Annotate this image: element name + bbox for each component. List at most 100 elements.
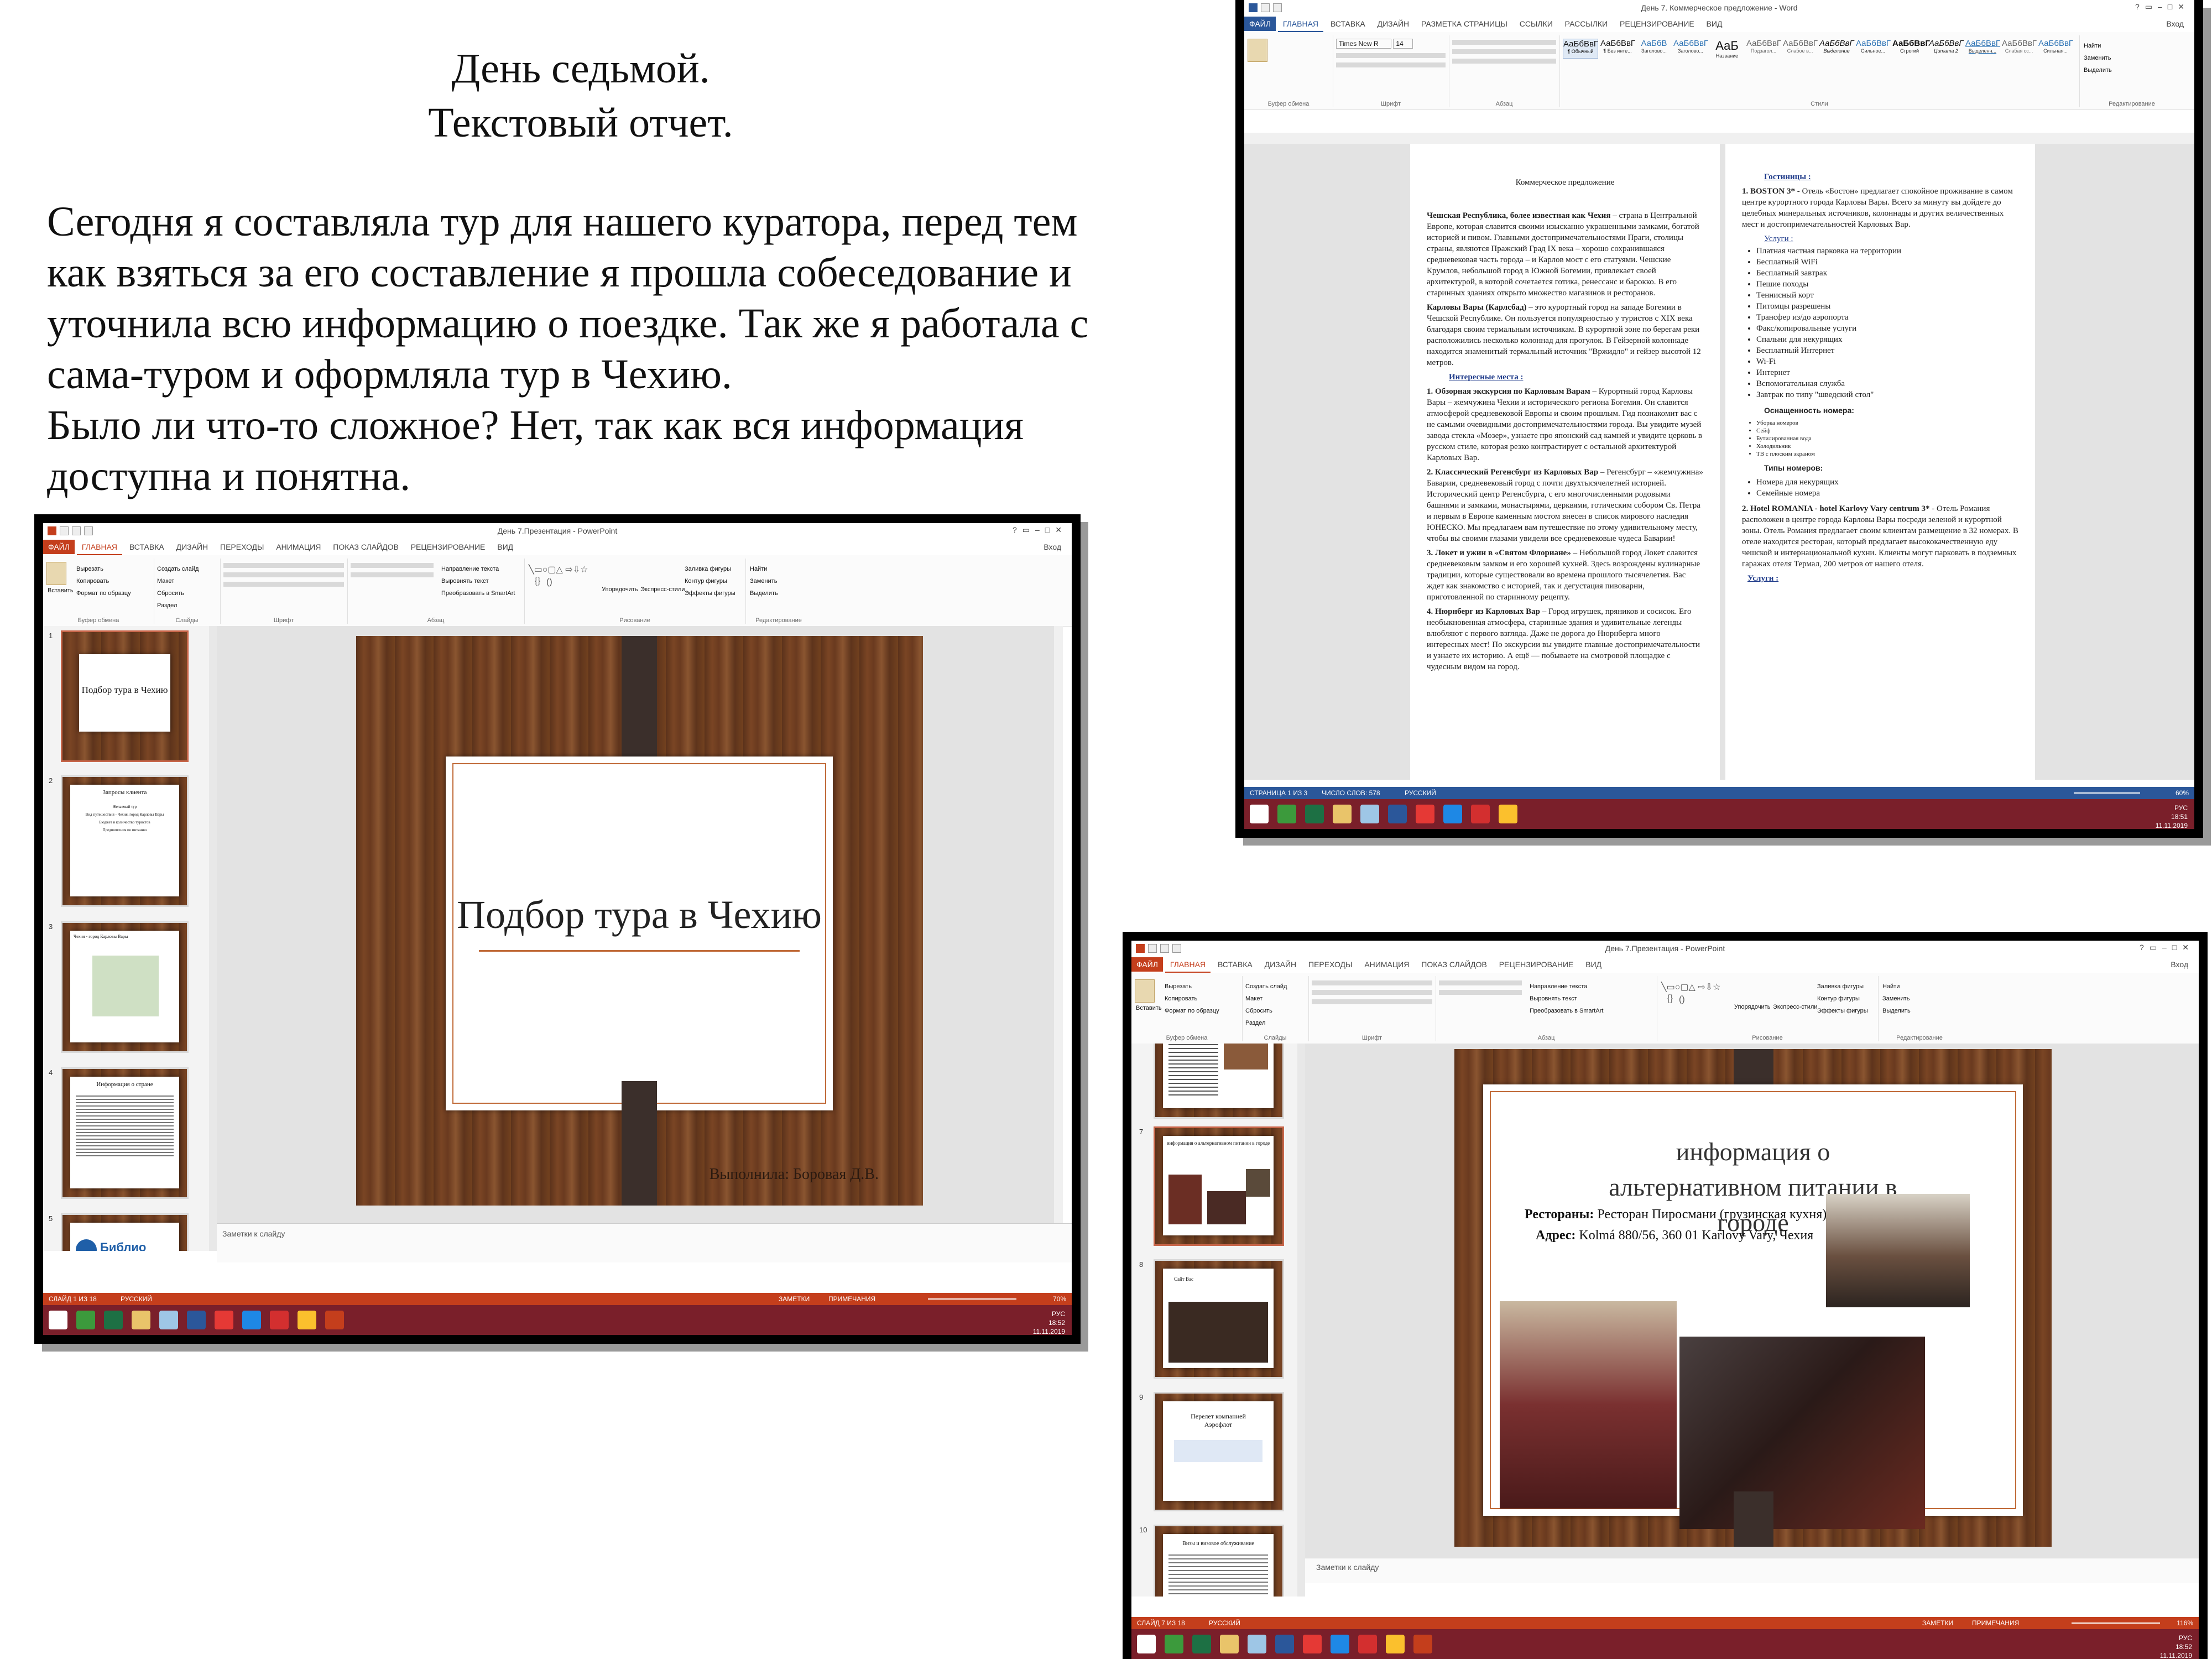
excel-icon[interactable] [104,1311,123,1329]
paste-icon[interactable] [1135,979,1155,1003]
style-title[interactable]: АаБ Название [1710,39,1744,59]
slide-author[interactable]: Выполнила: Боровая Д.В. [709,1166,879,1183]
slide-thumb-9[interactable]: Перелет компанией Аэрофлот [1154,1392,1284,1511]
zoom-level[interactable]: 70% [1053,1295,1066,1303]
shape-fill-button[interactable]: Заливка фигуры [1817,980,1868,993]
tab-review[interactable]: РЕЦЕНЗИРОВАНИЕ [1494,957,1579,972]
shape-outline-button[interactable]: Контур фигуры [1817,993,1868,1005]
restaurant-photo-1[interactable] [1826,1194,1970,1307]
paste-icon[interactable] [46,562,66,585]
language-indicator[interactable]: РУС [2174,804,2188,812]
tab-file[interactable]: ФАЙЛ [1244,17,1276,31]
tab-slideshow[interactable]: ПОКАЗ СЛАЙДОВ [328,540,404,554]
tab-transitions[interactable]: ПЕРЕХОДЫ [1303,957,1357,972]
tab-transitions[interactable]: ПЕРЕХОДЫ [215,540,269,554]
tasks-icon[interactable] [1165,1635,1183,1653]
cut-button[interactable]: Вырезать [76,563,131,575]
font-size-box[interactable]: 14 [1393,39,1413,49]
page-counter[interactable]: СТРАНИЦА 1 ИЗ 3 [1250,789,1307,797]
font-name-box[interactable]: Times New R [1336,39,1391,49]
style-heading-1[interactable]: АаБбВ Заголово... [1637,39,1671,59]
window-controls[interactable]: ?▭–□✕ [2135,2,2190,12]
shape-outline-button[interactable]: Контур фигуры [685,575,735,587]
select-button[interactable]: Выделить [750,587,778,599]
explorer-icon[interactable] [1220,1635,1239,1653]
main-slide[interactable]: Подбор тура в Чехию Выполнила: Боровая Д… [356,636,923,1206]
start-icon[interactable] [49,1311,67,1329]
tab-design[interactable]: ДИЗАЙН [1373,17,1415,31]
new-slide-button[interactable]: Создать слайд [157,563,199,575]
select-button[interactable]: Выделить [1882,1005,1911,1017]
ie-icon[interactable] [242,1311,261,1329]
style-quote[interactable]: АаБбВвГ Цитата 2 [1929,39,1964,59]
login-link[interactable]: Вход [1039,540,1066,554]
language-indicator[interactable]: РУС [1052,1310,1065,1318]
tab-home[interactable]: ГЛАВНАЯ [1277,17,1324,32]
style-subtle-emphasis[interactable]: АаБбВвГ Слабое в... [1783,39,1818,59]
tab-file[interactable]: ФАЙЛ [43,540,75,554]
tab-view[interactable]: ВИД [1580,957,1606,972]
smartart-button[interactable]: Преобразовать в SmartArt [1530,1005,1603,1017]
shape-effects-button[interactable]: Эффекты фигуры [1817,1005,1868,1017]
notes-pane[interactable]: Заметки к слайду [1305,1558,2199,1583]
slide-thumbnails-pane[interactable]: 7 информация о альтернативном питании в … [1131,1044,1297,1597]
align-text-button[interactable]: Выровнять текст [441,575,515,587]
restaurant-line[interactable]: Рестораны: Ресторан Пиросмани (грузинска… [1525,1207,1827,1222]
word-icon[interactable] [187,1311,206,1329]
zoom-slider[interactable] [928,1298,1016,1300]
style-no-spacing[interactable]: АаБбВвГ ¶ Без инте... [1600,39,1635,59]
shapes-gallery[interactable]: ╲▭○▢△ ⇨⇩☆ ｛｝() [1661,982,1728,1020]
notes-toggle[interactable]: ЗАМЕТКИ [1922,1619,1953,1627]
tab-review[interactable]: РЕЦЕНЗИРОВАНИЕ [406,540,491,554]
ie-icon[interactable] [1443,805,1462,823]
opera-icon[interactable] [1471,805,1490,823]
slide-thumb-5[interactable]: Библио [61,1213,189,1251]
files-icon[interactable] [159,1311,178,1329]
find-button[interactable]: Найти [1882,980,1911,993]
language-status[interactable]: РУССКИЙ [121,1295,152,1303]
tab-insert[interactable]: ВСТАВКА [124,540,169,554]
notes-pane[interactable]: Заметки к слайду [217,1223,1072,1262]
restaurant-photo-3[interactable] [1679,1337,1925,1529]
paste-button[interactable]: Вставить [48,587,74,594]
document-page-left[interactable]: Коммерческое предложение Чешская Республ… [1410,144,1720,780]
horizontal-ruler[interactable] [1244,133,2194,144]
language-status[interactable]: РУССКИЙ [1209,1619,1240,1627]
yandex-icon[interactable] [215,1311,233,1329]
section-button[interactable]: Раздел [1245,1017,1287,1029]
notes-toggle[interactable]: ЗАМЕТКИ [779,1295,810,1303]
thumbnail-scrollbar[interactable] [209,626,217,1251]
style-normal[interactable]: АаБбВвГ ¶ Обычный [1563,39,1598,59]
slide-thumb-7[interactable]: информация о альтернативном питании в го… [1154,1126,1284,1246]
reset-button[interactable]: Сбросить [1245,1005,1287,1017]
tab-mailings[interactable]: РАССЫЛКИ [1560,17,1613,31]
chrome-icon[interactable] [298,1311,316,1329]
style-heading-2[interactable]: АаБбВвГ Заголово... [1673,39,1708,59]
format-painter-button[interactable]: Формат по образцу [1165,1005,1219,1017]
layout-button[interactable]: Макет [157,575,199,587]
tab-file[interactable]: ФАЙЛ [1131,957,1163,972]
comments-toggle[interactable]: ПРИМЕЧАНИЯ [1972,1619,2019,1627]
start-icon[interactable] [1250,805,1269,823]
arrange-button[interactable]: Упорядочить [1734,1004,1770,1010]
zoom-level[interactable]: 116% [2177,1619,2193,1627]
text-direction-button[interactable]: Направление текста [1530,980,1603,993]
explorer-icon[interactable] [132,1311,150,1329]
excel-icon[interactable] [1192,1635,1211,1653]
style-intense-reference[interactable]: АаБбВвГ Сильная... [2038,39,2073,59]
slide-thumb-2[interactable]: Запросы клиента Желаемый тур Вид путешес… [61,775,189,907]
slide-thumb-4[interactable]: Информация о стране [61,1067,189,1199]
align-text-button[interactable]: Выровнять текст [1530,993,1603,1005]
yandex-icon[interactable] [1416,805,1434,823]
quick-styles-button[interactable]: Экспресс-стили [640,586,685,593]
tab-home[interactable]: ГЛАВНАЯ [76,540,123,555]
slide-thumb-1[interactable]: Подбор тура в Чехию [61,630,189,762]
thumbnail-scrollbar[interactable] [1297,1044,1305,1597]
text-direction-button[interactable]: Направление текста [441,563,515,575]
style-subtitle[interactable]: АаБбВвГ Подзагол... [1746,39,1781,59]
tasks-icon[interactable] [76,1311,95,1329]
section-button[interactable]: Раздел [157,599,199,612]
tab-home[interactable]: ГЛАВНАЯ [1165,957,1211,973]
window-controls[interactable]: ?▭–□✕ [1013,525,1067,535]
tab-page-layout[interactable]: РАЗМЕТКА СТРАНИЦЫ [1416,17,1512,31]
